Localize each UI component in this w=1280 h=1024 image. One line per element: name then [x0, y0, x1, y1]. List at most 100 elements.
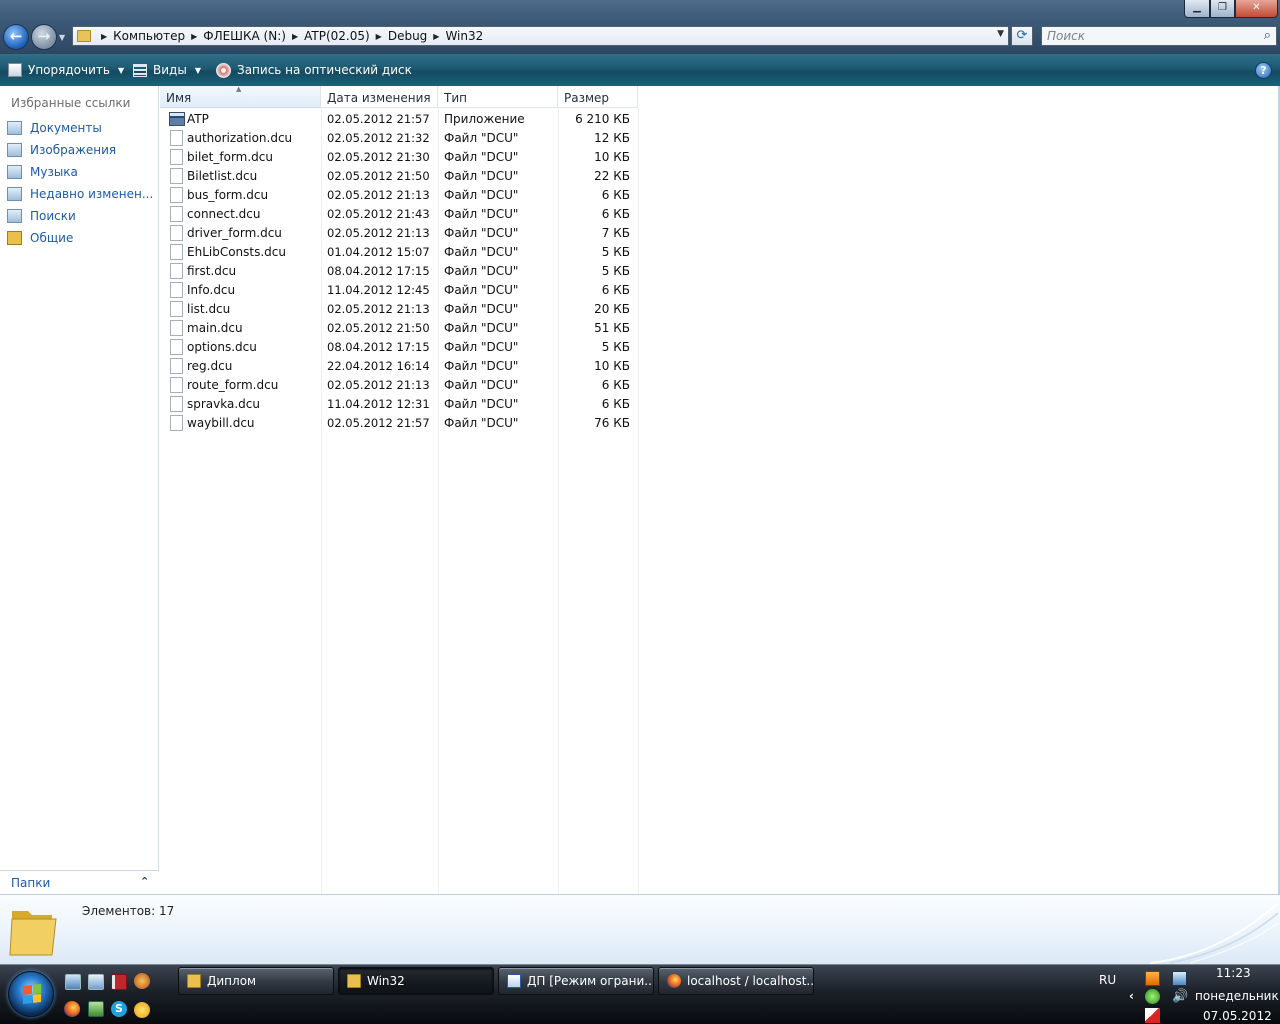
clock-date[interactable]: 07.05.2012: [1203, 1009, 1272, 1023]
table-row[interactable]: EhLibConsts.dcu 01.04.2012 15:07 Файл "DCU…: [160, 243, 638, 262]
file-icon: [170, 320, 183, 336]
back-button[interactable]: ←: [3, 24, 29, 50]
file-icon: [170, 301, 183, 317]
chevron-right-icon[interactable]: ▶: [191, 32, 197, 41]
forward-button[interactable]: →: [31, 24, 57, 50]
table-row[interactable]: authorization.dcu 02.05.2012 21:32 Файл "D…: [160, 129, 638, 148]
organize-button[interactable]: Упорядочить ▼: [8, 62, 124, 78]
table-row[interactable]: ATP 02.05.2012 21:57 Приложение 6 210 КБ: [160, 110, 638, 129]
utorrent-icon[interactable]: [1145, 989, 1160, 1004]
table-row[interactable]: waybill.dcu 02.05.2012 21:57 Файл "DCU" 76 …: [160, 414, 638, 433]
table-row[interactable]: Biletlist.dcu 02.05.2012 21:50 Файл "DCU" 2…: [160, 167, 638, 186]
file-date: 02.05.2012 21:13: [327, 378, 430, 392]
taskbar-button-diplom[interactable]: Диплом: [178, 967, 334, 995]
table-row[interactable]: options.dcu 08.04.2012 17:15 Файл "DCU" 5 К…: [160, 338, 638, 357]
breadcrumb-flash-drive[interactable]: ФЛЕШКА (N:): [203, 29, 286, 43]
taskbar-button-word[interactable]: ДП [Режим ограни...: [498, 967, 654, 995]
table-row[interactable]: route_form.dcu 02.05.2012 21:13 Файл "DCU"…: [160, 376, 638, 395]
file-icon: [170, 206, 183, 222]
chevron-right-icon[interactable]: ▶: [101, 32, 107, 41]
table-row[interactable]: main.dcu 02.05.2012 21:50 Файл "DCU" 51 КБ: [160, 319, 638, 338]
volume-icon[interactable]: 🔊: [1172, 989, 1188, 1004]
sidebar-item-pictures[interactable]: Изображения: [7, 141, 116, 159]
sidebar-item-public[interactable]: Общие: [7, 229, 73, 247]
close-button[interactable]: ✕: [1235, 0, 1278, 18]
column-header-type[interactable]: Тип: [438, 86, 558, 108]
chevron-down-icon: ▼: [194, 65, 201, 75]
file-name: ATP: [187, 112, 209, 126]
search-input[interactable]: [1042, 27, 1252, 45]
sidebar-item-label: Изображения: [30, 143, 117, 157]
searches-icon: [7, 209, 22, 223]
network-icon[interactable]: [1172, 971, 1187, 986]
pictures-icon: [7, 143, 22, 157]
sidebar-item-recently-changed[interactable]: Недавно изменен...: [7, 185, 153, 203]
breadcrumb-atp[interactable]: ATP(02.05): [304, 29, 370, 43]
column-header-name[interactable]: ▲ Имя: [160, 85, 321, 108]
start-button[interactable]: [8, 971, 54, 1017]
column-header-size[interactable]: Размер: [558, 86, 638, 108]
warning-icon[interactable]: [134, 1002, 150, 1018]
address-dropdown-icon[interactable]: ▼: [997, 29, 1004, 39]
sidebar-item-searches[interactable]: Поиски: [7, 207, 76, 225]
sidebar-item-music[interactable]: Музыка: [7, 163, 78, 181]
clock-day[interactable]: понедельник: [1195, 989, 1279, 1003]
file-size: 6 210 КБ: [575, 112, 630, 126]
book-icon[interactable]: [111, 974, 127, 990]
refresh-button[interactable]: ⟳: [1011, 26, 1033, 46]
taskbar-button-win32[interactable]: Win32: [338, 967, 494, 995]
table-row[interactable]: Info.dcu 11.04.2012 12:45 Файл "DCU" 6 КБ: [160, 281, 638, 300]
clock-time[interactable]: 11:23: [1216, 966, 1251, 980]
table-row[interactable]: driver_form.dcu 02.05.2012 21:13 Файл "DCU…: [160, 224, 638, 243]
views-button[interactable]: Виды ▼: [133, 62, 201, 78]
switch-windows-icon[interactable]: [88, 974, 104, 990]
items-count: Элементов: 17: [82, 904, 175, 918]
game-icon[interactable]: [134, 973, 150, 989]
folders-bar[interactable]: Папки ⌃: [0, 870, 159, 894]
word-document-icon: [507, 974, 521, 988]
chevron-right-icon[interactable]: ▶: [376, 32, 382, 41]
table-row[interactable]: spravka.dcu 11.04.2012 12:31 Файл "DCU" 6 К…: [160, 395, 638, 414]
file-size: 12 КБ: [594, 131, 630, 145]
action-center-flag-icon[interactable]: [1145, 1008, 1160, 1023]
taskbar-button-label: ДП [Режим ограни...: [527, 974, 654, 988]
search-icon[interactable]: ⌕: [1264, 28, 1271, 43]
chevron-right-icon[interactable]: ▶: [292, 32, 298, 41]
show-desktop-icon[interactable]: [65, 974, 81, 990]
burn-disc-button[interactable]: Запись на оптический диск: [216, 62, 412, 78]
file-name: main.dcu: [187, 321, 243, 335]
file-type: Файл "DCU": [444, 169, 519, 183]
chevron-up-icon[interactable]: ⌃: [140, 875, 149, 888]
table-row[interactable]: bus_form.dcu 02.05.2012 21:13 Файл "DCU" 6 …: [160, 186, 638, 205]
taskbar-button-firefox[interactable]: localhost / localhost...: [658, 967, 814, 995]
column-header-date[interactable]: Дата изменения: [321, 86, 438, 108]
help-icon[interactable]: ?: [1255, 62, 1272, 79]
show-hidden-icons-chevron-icon[interactable]: ‹: [1129, 989, 1134, 1003]
installer-icon[interactable]: [88, 1001, 104, 1017]
table-row[interactable]: list.dcu 02.05.2012 21:13 Файл "DCU" 20 КБ: [160, 300, 638, 319]
breadcrumb-win32[interactable]: Win32: [445, 29, 483, 43]
folder-icon: [77, 30, 91, 42]
chevron-right-icon[interactable]: ▶: [433, 32, 439, 41]
search-box: ⌕: [1041, 26, 1277, 46]
sidebar-item-documents[interactable]: Документы: [7, 119, 102, 137]
file-date: 02.05.2012 21:57: [327, 416, 430, 430]
skype-icon[interactable]: S: [111, 1001, 127, 1017]
minimize-button[interactable]: ▁: [1184, 0, 1210, 18]
maximize-button[interactable]: ❐: [1210, 0, 1235, 18]
breadcrumb-computer[interactable]: Компьютер: [113, 29, 185, 43]
breadcrumb-debug[interactable]: Debug: [388, 29, 427, 43]
sidebar-item-label: Документы: [30, 121, 102, 135]
file-name: first.dcu: [187, 264, 237, 278]
application-icon: [169, 112, 185, 126]
table-row[interactable]: connect.dcu 02.05.2012 21:43 Файл "DCU" 6 К…: [160, 205, 638, 224]
address-bar[interactable]: ▶ Компьютер ▶ ФЛЕШКА (N:) ▶ ATP(02.05) ▶…: [72, 26, 1009, 46]
file-name: reg.dcu: [187, 359, 233, 373]
recent-pages-dropdown-icon[interactable]: ▼: [59, 33, 65, 42]
media-player-icon[interactable]: [1145, 971, 1160, 986]
language-indicator[interactable]: RU: [1099, 973, 1116, 987]
table-row[interactable]: bilet_form.dcu 02.05.2012 21:30 Файл "DCU"…: [160, 148, 638, 167]
table-row[interactable]: first.dcu 08.04.2012 17:15 Файл "DCU" 5 КБ: [160, 262, 638, 281]
firefox-icon[interactable]: [64, 1001, 80, 1017]
table-row[interactable]: reg.dcu 22.04.2012 16:14 Файл "DCU" 10 КБ: [160, 357, 638, 376]
